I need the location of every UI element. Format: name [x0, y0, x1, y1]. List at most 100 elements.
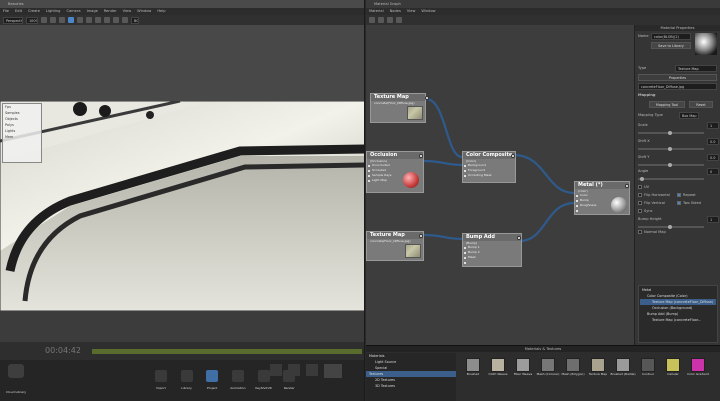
node-texture-map-2[interactable]: Texture Map concrete(Floor_Diffuse.jpg) — [366, 231, 424, 261]
project-dock-button[interactable]: Project — [201, 370, 223, 400]
render-viewport[interactable]: Fps Samples Objects Polys Lights Mem — [0, 25, 364, 342]
output-pin[interactable] — [425, 96, 429, 100]
scale-field[interactable]: 1 — [707, 122, 719, 129]
delete-node-icon[interactable] — [378, 17, 384, 23]
shift-x-slider[interactable] — [638, 147, 704, 151]
library-item[interactable]: Brushed — [462, 358, 484, 400]
mapping-tool-button[interactable]: Mapping Tool — [649, 101, 685, 108]
menu-item-lighting[interactable]: Lighting — [46, 8, 61, 15]
fit-view-icon[interactable] — [396, 17, 402, 23]
slider-knob[interactable] — [668, 163, 672, 167]
texture-file-field[interactable]: concreteFloor_Diffuse.jpg — [638, 83, 717, 90]
angle-field[interactable]: 0 — [707, 168, 719, 175]
screenshot-icon[interactable] — [122, 17, 128, 23]
library-item[interactable]: Color Gradient — [687, 358, 709, 400]
library-dock-button[interactable]: Library — [176, 370, 198, 400]
material-tree-row[interactable]: Texture Map (concreteFloor... — [640, 317, 716, 323]
stop-icon[interactable] — [306, 364, 318, 376]
render-dock-button[interactable]: Render — [278, 370, 300, 400]
shift-y-slider[interactable] — [638, 163, 704, 167]
properties-tab[interactable]: Properties — [638, 74, 717, 81]
play-icon[interactable] — [324, 364, 342, 378]
camera-icon[interactable] — [95, 17, 101, 23]
flip-horizontal-checkbox[interactable] — [638, 193, 642, 197]
output-pin[interactable] — [419, 234, 423, 238]
timeline[interactable]: 00:04:42 — [0, 342, 364, 360]
bump-height-slider[interactable] — [638, 225, 704, 229]
cloud-library-button[interactable]: Cloud Library — [4, 362, 28, 396]
fov-icon[interactable] — [86, 17, 92, 23]
flip-vertical-checkbox[interactable] — [638, 201, 642, 205]
uv-checkbox[interactable] — [638, 185, 642, 189]
step-back-icon[interactable] — [288, 364, 300, 376]
bump-height-field[interactable]: 1 — [707, 216, 719, 223]
node-color-composite[interactable]: Color Composite (Color) Background Foregr… — [462, 151, 516, 183]
keyshotvr-dock-button[interactable]: KeyShotVR — [253, 370, 275, 400]
node-metal[interactable]: Metal (*) (color) Color Bump Roughness — [574, 181, 630, 215]
sync-checkbox[interactable] — [638, 209, 642, 213]
timeline-bar[interactable] — [92, 349, 362, 354]
library-tree-row[interactable]: 3D Textures — [366, 383, 456, 389]
node-slot[interactable]: Mask — [463, 255, 521, 260]
menu-item-file[interactable]: File — [3, 8, 9, 15]
slider-knob[interactable] — [668, 225, 672, 229]
slider-knob[interactable] — [640, 177, 644, 181]
menu-item-help[interactable]: Help — [157, 8, 165, 15]
graph-canvas[interactable]: Texture Map concrete(Floor_Diffuse.jpg) … — [366, 25, 634, 345]
save-to-library-button[interactable]: Save to Library — [651, 42, 691, 49]
menu-item-window[interactable]: Window — [421, 8, 435, 15]
shift-x-field[interactable]: 0.0 — [707, 138, 719, 145]
node-bump-add[interactable]: Bump Add (Bump) Bump 1 Bump 2 Mask — [462, 233, 522, 267]
normal-map-checkbox[interactable] — [638, 230, 642, 234]
reset-button[interactable]: Reset — [689, 101, 713, 108]
viewport-dropdown[interactable]: Perspective — [3, 16, 23, 24]
library-item[interactable]: Cloth Weave — [487, 358, 509, 400]
animation-dock-button[interactable]: Animation — [227, 370, 249, 400]
menu-item-window[interactable]: Window — [137, 8, 151, 15]
menu-item-view[interactable]: View — [123, 8, 132, 15]
node-texture-map-1[interactable]: Texture Map concrete(Floor_Diffuse.jpg) — [370, 93, 429, 123]
library-item[interactable]: Fiber Weave — [512, 358, 534, 400]
menu-item-view[interactable]: View — [407, 8, 416, 15]
repeat-row[interactable]: Repeat — [677, 193, 696, 197]
node-occlusion[interactable]: Occlusion (Occlusion) Unoccluded Occluded… — [366, 151, 424, 193]
library-item[interactable]: Cellular — [662, 358, 684, 400]
repeat-checkbox[interactable] — [677, 193, 681, 197]
menu-item-create[interactable]: Create — [28, 8, 40, 15]
pan-tool-icon[interactable] — [68, 17, 74, 23]
menu-item-edit[interactable]: Edit — [15, 8, 22, 15]
slider-knob[interactable] — [668, 147, 672, 151]
zoom-field[interactable]: 100% — [26, 16, 38, 24]
scale-slider[interactable] — [638, 131, 704, 135]
shift-y-field[interactable]: 0.0 — [707, 154, 719, 161]
menu-item-image[interactable]: Image — [87, 8, 98, 15]
menu-item-material[interactable]: Material — [369, 8, 384, 15]
output-pin[interactable] — [419, 154, 423, 158]
library-item[interactable]: Mesh (Polygon) — [562, 358, 585, 400]
output-pin[interactable] — [517, 236, 521, 240]
type-dropdown[interactable]: Texture Map — [675, 65, 717, 72]
move-tool-icon[interactable] — [50, 17, 56, 23]
angle-slider[interactable] — [638, 177, 704, 181]
normal-map-row[interactable]: Normal Map — [638, 230, 666, 234]
menu-item-render[interactable]: Render — [104, 8, 117, 15]
two-sided-checkbox[interactable] — [677, 201, 681, 205]
rotate-tool-icon[interactable] — [59, 17, 65, 23]
bg-mode-field[interactable]: BG — [131, 16, 139, 24]
output-pin[interactable] — [511, 154, 515, 158]
rewind-icon[interactable] — [270, 364, 282, 376]
new-node-icon[interactable] — [369, 17, 375, 23]
slider-knob[interactable] — [668, 131, 672, 135]
sync-row[interactable]: Sync — [638, 209, 653, 213]
layout-icon[interactable] — [387, 17, 393, 23]
mapping-type-dropdown[interactable]: Box Map — [679, 112, 699, 119]
library-item[interactable]: Brushed (Radial) — [611, 358, 635, 400]
flip-horizontal-row[interactable]: Flip Horizontal — [638, 193, 670, 197]
two-sided-row[interactable]: Two Sided — [677, 201, 701, 205]
output-pin[interactable] — [625, 184, 629, 188]
library-item[interactable]: Texture Map — [587, 358, 609, 400]
uv-row[interactable]: UV — [638, 185, 649, 189]
select-tool-icon[interactable] — [41, 17, 47, 23]
grid-icon[interactable] — [113, 17, 119, 23]
node-slot[interactable]: Occluding Mask — [463, 173, 515, 178]
